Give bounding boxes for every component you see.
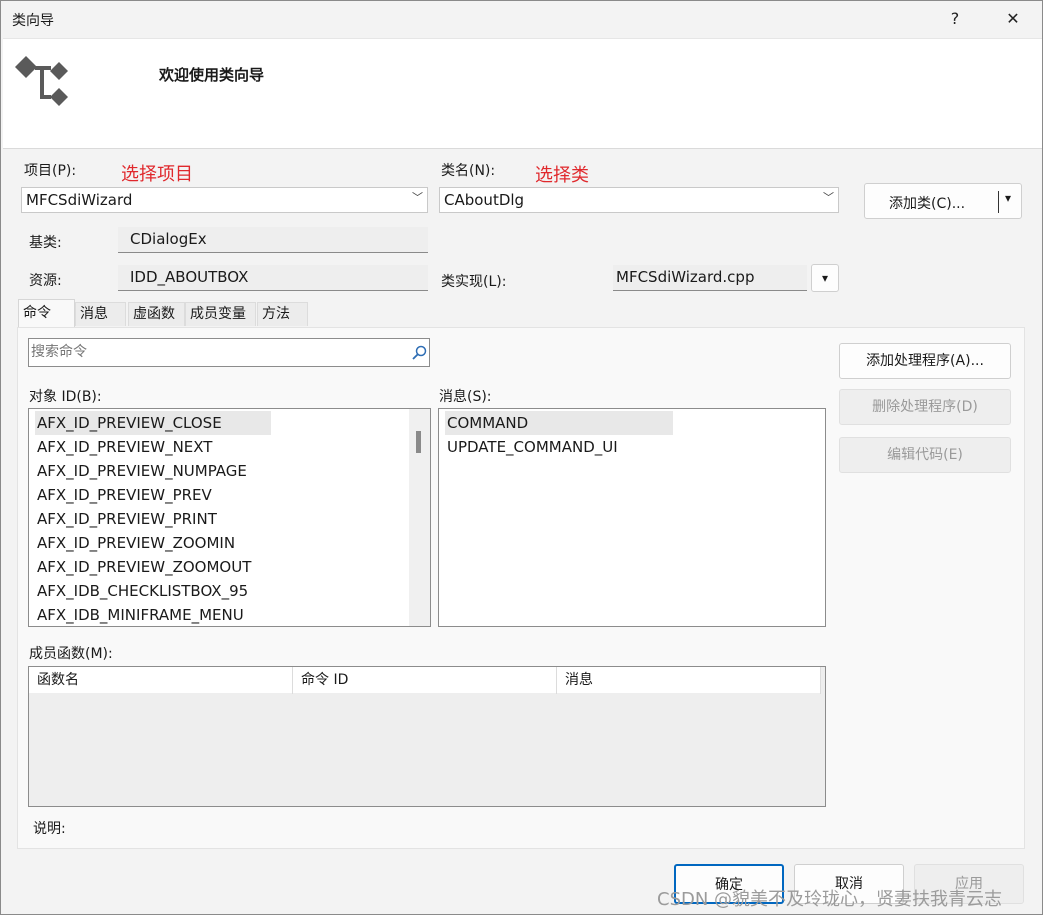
chevron-down-icon: ﹀ bbox=[412, 191, 423, 204]
member-functions-label: 成员函数(M): bbox=[29, 646, 113, 662]
watermark-text: CSDN @貌美不及玲珑心，贤妻扶我青云志 bbox=[657, 889, 1003, 910]
split-divider bbox=[998, 191, 999, 213]
project-combo[interactable]: MFCSdiWizard ﹀ bbox=[21, 187, 428, 213]
class-impl-field: MFCSdiWizard.cpp bbox=[613, 265, 807, 291]
list-item[interactable]: AFX_IDB_CHECKLISTBOX_95 bbox=[35, 579, 248, 603]
resource-label: 资源: bbox=[29, 273, 62, 289]
add-handler-button[interactable]: 添加处理程序(A)... bbox=[839, 343, 1011, 379]
search-input[interactable] bbox=[31, 342, 401, 362]
tab-commands[interactable]: 命令 bbox=[18, 299, 75, 327]
list-item[interactable]: AFX_IDB_MINIFRAME_MENU bbox=[35, 603, 244, 626]
class-impl-value: MFCSdiWizard.cpp bbox=[616, 268, 755, 286]
resource-value: IDD_ABOUTBOX bbox=[130, 268, 249, 286]
description-label: 说明: bbox=[33, 821, 66, 837]
edit-code-button[interactable]: 编辑代码(E) bbox=[839, 437, 1011, 473]
wizard-header: 欢迎使用类向导 bbox=[3, 38, 1042, 149]
grid-header: 函数名 命令 ID 消息 bbox=[29, 667, 821, 694]
class-impl-label: 类实现(L): bbox=[441, 274, 507, 290]
list-item[interactable]: UPDATE_COMMAND_UI bbox=[445, 435, 618, 459]
messages-label: 消息(S): bbox=[439, 389, 492, 405]
list-item[interactable]: AFX_ID_PREVIEW_NUMPAGE bbox=[35, 459, 247, 483]
classname-annotation: 选择类 bbox=[535, 165, 589, 186]
member-functions-grid[interactable]: 函数名 命令 ID 消息 bbox=[28, 666, 826, 807]
add-class-dropdown-icon[interactable]: ▾ bbox=[1005, 191, 1011, 205]
header-title: 欢迎使用类向导 bbox=[159, 66, 265, 84]
base-class-value: CDialogEx bbox=[130, 230, 207, 248]
object-list-scrollbar[interactable] bbox=[409, 409, 430, 626]
list-item[interactable]: AFX_ID_PREVIEW_NEXT bbox=[35, 435, 212, 459]
window-title: 类向导 bbox=[12, 13, 54, 29]
tab-virtual-functions[interactable]: 虚函数 bbox=[128, 302, 185, 326]
close-button[interactable]: ✕ bbox=[993, 5, 1033, 33]
resource-field: IDD_ABOUTBOX bbox=[118, 265, 428, 291]
help-button[interactable]: ? bbox=[935, 5, 975, 33]
list-item[interactable]: COMMAND bbox=[445, 411, 673, 435]
messages-list[interactable]: COMMAND UPDATE_COMMAND_UI bbox=[438, 408, 826, 627]
object-id-list[interactable]: AFX_ID_PREVIEW_CLOSE AFX_ID_PREVIEW_NEXT… bbox=[28, 408, 431, 627]
column-header-function-name[interactable]: 函数名 bbox=[29, 667, 293, 694]
classname-label: 类名(N): bbox=[441, 163, 496, 179]
class-wizard-logo-icon bbox=[15, 56, 68, 106]
list-item[interactable]: AFX_ID_PREVIEW_PREV bbox=[35, 483, 212, 507]
list-item[interactable]: AFX_ID_PREVIEW_ZOOMOUT bbox=[35, 555, 251, 579]
list-item[interactable]: AFX_ID_PREVIEW_PRINT bbox=[35, 507, 217, 531]
tab-member-variables[interactable]: 成员变量 bbox=[185, 302, 256, 326]
tab-messages[interactable]: 消息 bbox=[75, 302, 126, 326]
class-wizard-window: 类向导 ? ✕ 欢迎使用类向导 项目(P): 选择项目 MFCSdiWizard… bbox=[0, 0, 1043, 915]
add-class-button[interactable]: 添加类(C)... ▾ bbox=[864, 183, 1022, 219]
project-value: MFCSdiWizard bbox=[26, 191, 133, 209]
add-class-label: 添加类(C)... bbox=[889, 196, 966, 212]
commands-panel: 对象 ID(B): AFX_ID_PREVIEW_CLOSE AFX_ID_PR… bbox=[17, 327, 1025, 849]
column-header-message[interactable]: 消息 bbox=[557, 667, 821, 694]
column-header-command-id[interactable]: 命令 ID bbox=[293, 667, 557, 694]
title-bar: 类向导 ? ✕ bbox=[1, 1, 1042, 37]
class-impl-dropdown-button[interactable]: ▾ bbox=[811, 264, 839, 292]
tab-methods[interactable]: 方法 bbox=[257, 302, 308, 326]
search-box[interactable] bbox=[28, 338, 430, 367]
base-class-field: CDialogEx bbox=[118, 227, 428, 253]
list-item[interactable]: AFX_ID_PREVIEW_ZOOMIN bbox=[35, 531, 235, 555]
scrollbar-thumb[interactable] bbox=[416, 431, 421, 453]
classname-value: CAboutDlg bbox=[444, 191, 525, 209]
object-id-label: 对象 ID(B): bbox=[29, 389, 102, 405]
project-annotation: 选择项目 bbox=[121, 164, 193, 185]
delete-handler-button[interactable]: 删除处理程序(D) bbox=[839, 389, 1011, 425]
base-class-label: 基类: bbox=[29, 235, 62, 251]
chevron-down-icon: ﹀ bbox=[823, 191, 834, 204]
class-combo[interactable]: CAboutDlg ﹀ bbox=[439, 187, 839, 213]
project-label: 项目(P): bbox=[24, 163, 77, 179]
list-item[interactable]: AFX_ID_PREVIEW_CLOSE bbox=[35, 411, 271, 435]
search-icon[interactable] bbox=[411, 345, 427, 361]
